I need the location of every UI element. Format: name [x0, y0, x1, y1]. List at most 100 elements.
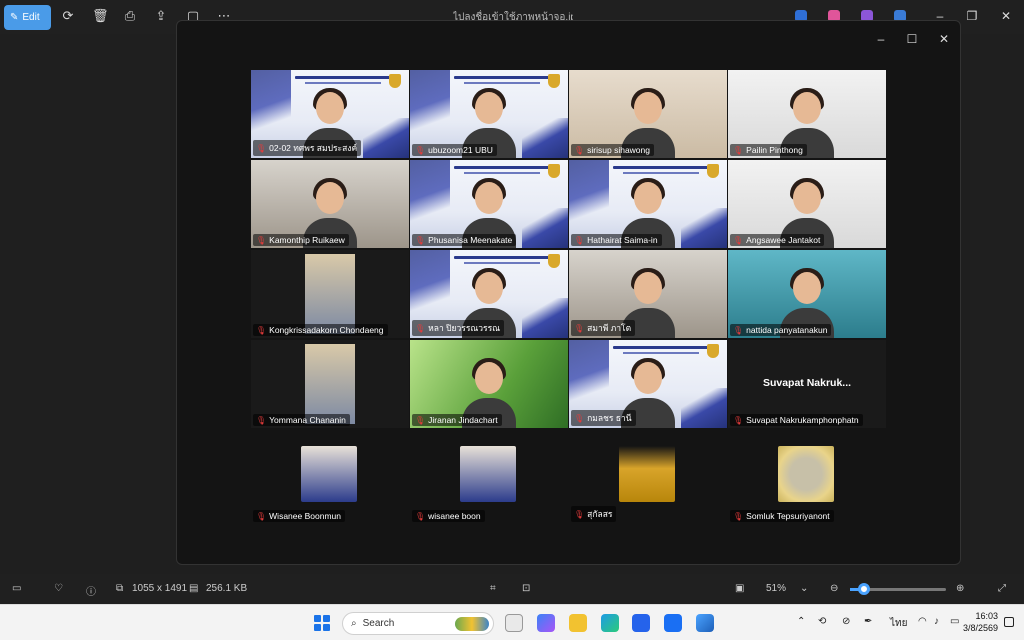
ocr-icon[interactable]: ⊡ [522, 583, 530, 594]
banner-text-graphic [305, 82, 381, 84]
university-logo-icon [389, 74, 401, 88]
participant-tile[interactable]: 🎙 Phusanisa Meenakate [410, 160, 568, 248]
zoom-app-icon[interactable] [664, 614, 682, 632]
delete-icon[interactable]: 🗑 [92, 8, 109, 24]
participant-grid: 🎙 02-02 ทศพร สมประสงค์ 🎙 ubuzoom21 UBU 🎙 siri… [251, 70, 887, 430]
participant-name: sirisup sihawong [587, 145, 650, 155]
search-icon: ⌕ [351, 618, 357, 629]
wifi-icon[interactable]: ◠ [918, 616, 927, 627]
participant-name: ubuzoom21 UBU [428, 145, 493, 155]
sync-icon[interactable]: ⟲ [818, 616, 826, 627]
share-icon[interactable]: ⇪ [153, 8, 169, 24]
participant-name: Suvapat Nakrukamphonphatn [746, 415, 859, 425]
mic-muted-icon: 🎙 [733, 415, 744, 425]
volume-icon[interactable]: ♪ [934, 616, 939, 627]
participant-nameplate: 🎙 Hathairat Saima-in [571, 234, 662, 246]
pen-icon[interactable]: ✒ [864, 616, 872, 627]
task-view-icon[interactable] [505, 614, 523, 632]
edit-button[interactable]: ✎ Edit [4, 5, 51, 30]
start-button[interactable] [314, 615, 330, 631]
participant-tile[interactable]: 🎙 Wisanee Boonmun [251, 446, 409, 522]
participant-name: Angsawee Jantakot [746, 235, 821, 245]
close-icon[interactable]: ✕ [998, 9, 1014, 23]
participant-name: สมาพี ภาโต [587, 323, 632, 333]
restore-icon[interactable]: ❐ [964, 9, 980, 23]
participant-tile[interactable]: 🎙 wisanee boon [410, 446, 568, 522]
mic-muted-icon: 🎙 [415, 145, 426, 155]
filmstrip-icon[interactable]: ▭ [12, 583, 21, 594]
select-icon[interactable]: ⌗ [490, 583, 496, 594]
zoom-in-icon[interactable]: ⊕ [956, 583, 964, 594]
favorite-icon[interactable]: ♡ [54, 583, 63, 594]
participant-name: Yommana Chananin [269, 415, 346, 425]
participant-tile[interactable]: 🎙 Angsawee Jantakot [728, 160, 886, 248]
clock[interactable]: 16:03 3/8/2569 [963, 610, 998, 634]
photos-app-icon[interactable] [696, 614, 714, 632]
participant-nameplate: 🎙 sirisup sihawong [571, 144, 654, 156]
university-logo-icon [548, 254, 560, 268]
participant-tile[interactable]: 🎙 sirisup sihawong [569, 70, 727, 158]
participant-name: 02-02 ทศพร สมประสงค์ [269, 143, 358, 153]
participant-tile[interactable]: 🎙 สมาพี ภาโต [569, 250, 727, 338]
battery-icon[interactable]: ▭ [950, 616, 959, 627]
mic-muted-icon: 🎙 [574, 323, 585, 333]
print-icon[interactable]: ⎙ [122, 8, 138, 24]
participant-nameplate: 🎙 Angsawee Jantakot [730, 234, 825, 246]
participant-tile[interactable]: 🎙 Somluk Tepsuriyanont [728, 446, 886, 522]
participant-nameplate: 🎙 Pailin Pinthong [730, 144, 807, 156]
participant-tile[interactable]: 🎙 Kamonthip Ruikaew [251, 160, 409, 248]
taskbar: ⌕ Search ⌃ ⟲ ⊘ ✒ ไทย ◠ ♪ ▭ 16:03 3/8/256… [0, 604, 1024, 640]
clock-time: 16:03 [975, 611, 998, 621]
file-size: 256.1 KB [206, 583, 248, 594]
participant-name: Wisanee Boonmun [269, 511, 341, 521]
participant-tile[interactable]: 🎙 สุกัลสร [569, 446, 727, 522]
store-icon[interactable] [632, 614, 650, 632]
mic-muted-icon: 🎙 [574, 413, 585, 423]
mic-muted-icon: 🎙 [256, 235, 267, 245]
participant-tile[interactable]: 🎙 Yommana Chananin [251, 340, 409, 428]
participant-tile[interactable]: 🎙 Pailin Pinthong [728, 70, 886, 158]
zoom-percent[interactable]: 51% [766, 583, 786, 594]
participant-tile[interactable]: 🎙 หลา ปิยวรรณวรรณ [410, 250, 568, 338]
zoom-out-icon[interactable]: ⊖ [830, 583, 838, 594]
zoom-slider-thumb[interactable] [858, 583, 870, 595]
fullscreen-icon[interactable]: ⤢ [998, 583, 1006, 594]
participant-tile[interactable]: 🎙 กมลชร ธานี [569, 340, 727, 428]
info-icon[interactable]: ⓘ [86, 583, 96, 598]
zoom-minimize-icon[interactable]: – [873, 32, 889, 46]
participant-name: Kamonthip Ruikaew [269, 235, 345, 245]
fit-icon[interactable]: ▣ [735, 583, 744, 594]
image-dimensions: 1055 x 1491 [132, 583, 188, 594]
participant-tile[interactable]: Suvapat Nakruk... 🎙 Suvapat Nakrukamphonph… [728, 340, 886, 428]
mic-muted-icon: 🎙 [574, 509, 585, 519]
language-indicator[interactable]: ไทย [890, 616, 907, 631]
participant-nameplate: 🎙 Yommana Chananin [253, 414, 350, 426]
mic-muted-icon: 🎙 [415, 323, 426, 333]
participant-display-name: Suvapat Nakruk... [762, 377, 852, 389]
rotate-icon[interactable]: ⟳ [60, 8, 76, 24]
participant-tile[interactable]: 🎙 ubuzoom21 UBU [410, 70, 568, 158]
vpn-icon[interactable]: ⊘ [842, 616, 850, 627]
participant-tile[interactable]: 🎙 Jiranan Jindachart [410, 340, 568, 428]
participant-tile[interactable]: 🎙 Kongkrissadakorn Chondaeng [251, 250, 409, 338]
zoom-close-icon[interactable]: ✕ [936, 32, 952, 46]
participant-tile[interactable]: 🎙 Hathairat Saima-in [569, 160, 727, 248]
zoom-maximize-icon[interactable]: ☐ [904, 32, 920, 46]
mic-muted-icon: 🎙 [733, 325, 744, 335]
edge-icon[interactable] [601, 614, 619, 632]
notification-icon[interactable] [1004, 617, 1014, 627]
search-highlight-icon [455, 616, 489, 631]
file-explorer-icon[interactable] [569, 614, 587, 632]
participant-name: Kongkrissadakorn Chondaeng [269, 325, 384, 335]
chevron-down-icon[interactable]: ⌄ [800, 583, 808, 594]
copilot-icon[interactable] [537, 614, 555, 632]
banner-text-graphic [464, 172, 540, 174]
participant-tile[interactable]: 🎙 02-02 ทศพร สมประสงค์ [251, 70, 409, 158]
participant-name: Hathairat Saima-in [587, 235, 658, 245]
mic-muted-icon: 🎙 [733, 145, 744, 155]
university-logo-icon [548, 74, 560, 88]
search-input[interactable]: ⌕ Search [342, 612, 494, 635]
chevron-up-icon[interactable]: ⌃ [797, 616, 805, 627]
mic-muted-icon: 🎙 [256, 143, 267, 153]
participant-tile[interactable]: 🎙 nattida panyatanakun [728, 250, 886, 338]
